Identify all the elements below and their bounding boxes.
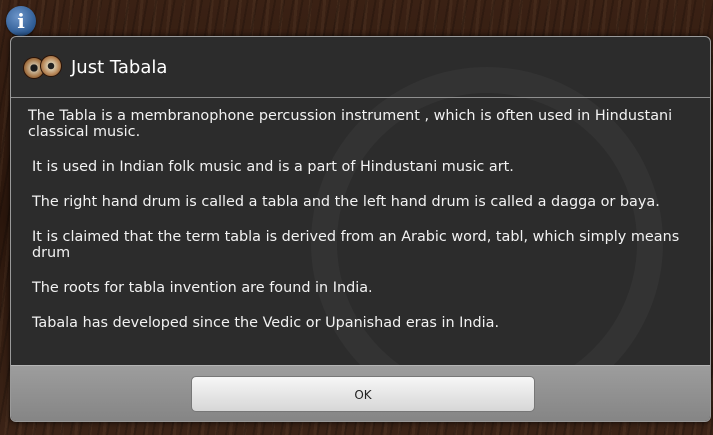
dialog-title-bar: Just Tabala xyxy=(11,37,710,98)
screen: { "app": { "info_icon": "info-icon", "in… xyxy=(0,0,713,435)
message-paragraph: The right hand drum is called a tabla an… xyxy=(32,194,660,210)
ok-button[interactable]: OK xyxy=(191,376,535,412)
info-icon[interactable]: i xyxy=(6,6,36,36)
message-paragraph: The roots for tabla invention are found … xyxy=(32,280,373,296)
message-paragraph: The Tabla is a membranophone percussion … xyxy=(28,108,673,140)
message-paragraph: Tabala has developed since the Vedic or … xyxy=(32,315,500,331)
message-paragraph: It is claimed that the term tabla is der… xyxy=(32,229,680,261)
dialog-message: The Tabla is a membranophone percussion … xyxy=(11,98,710,331)
right-drum-icon xyxy=(40,55,62,77)
tabla-drums-icon xyxy=(23,55,63,79)
dialog-title: Just Tabala xyxy=(71,56,168,78)
message-paragraph: It is used in Indian folk music and is a… xyxy=(32,159,514,175)
about-dialog: Just Tabala The Tabla is a membranophone… xyxy=(10,36,711,422)
dialog-button-bar: OK xyxy=(11,365,710,421)
